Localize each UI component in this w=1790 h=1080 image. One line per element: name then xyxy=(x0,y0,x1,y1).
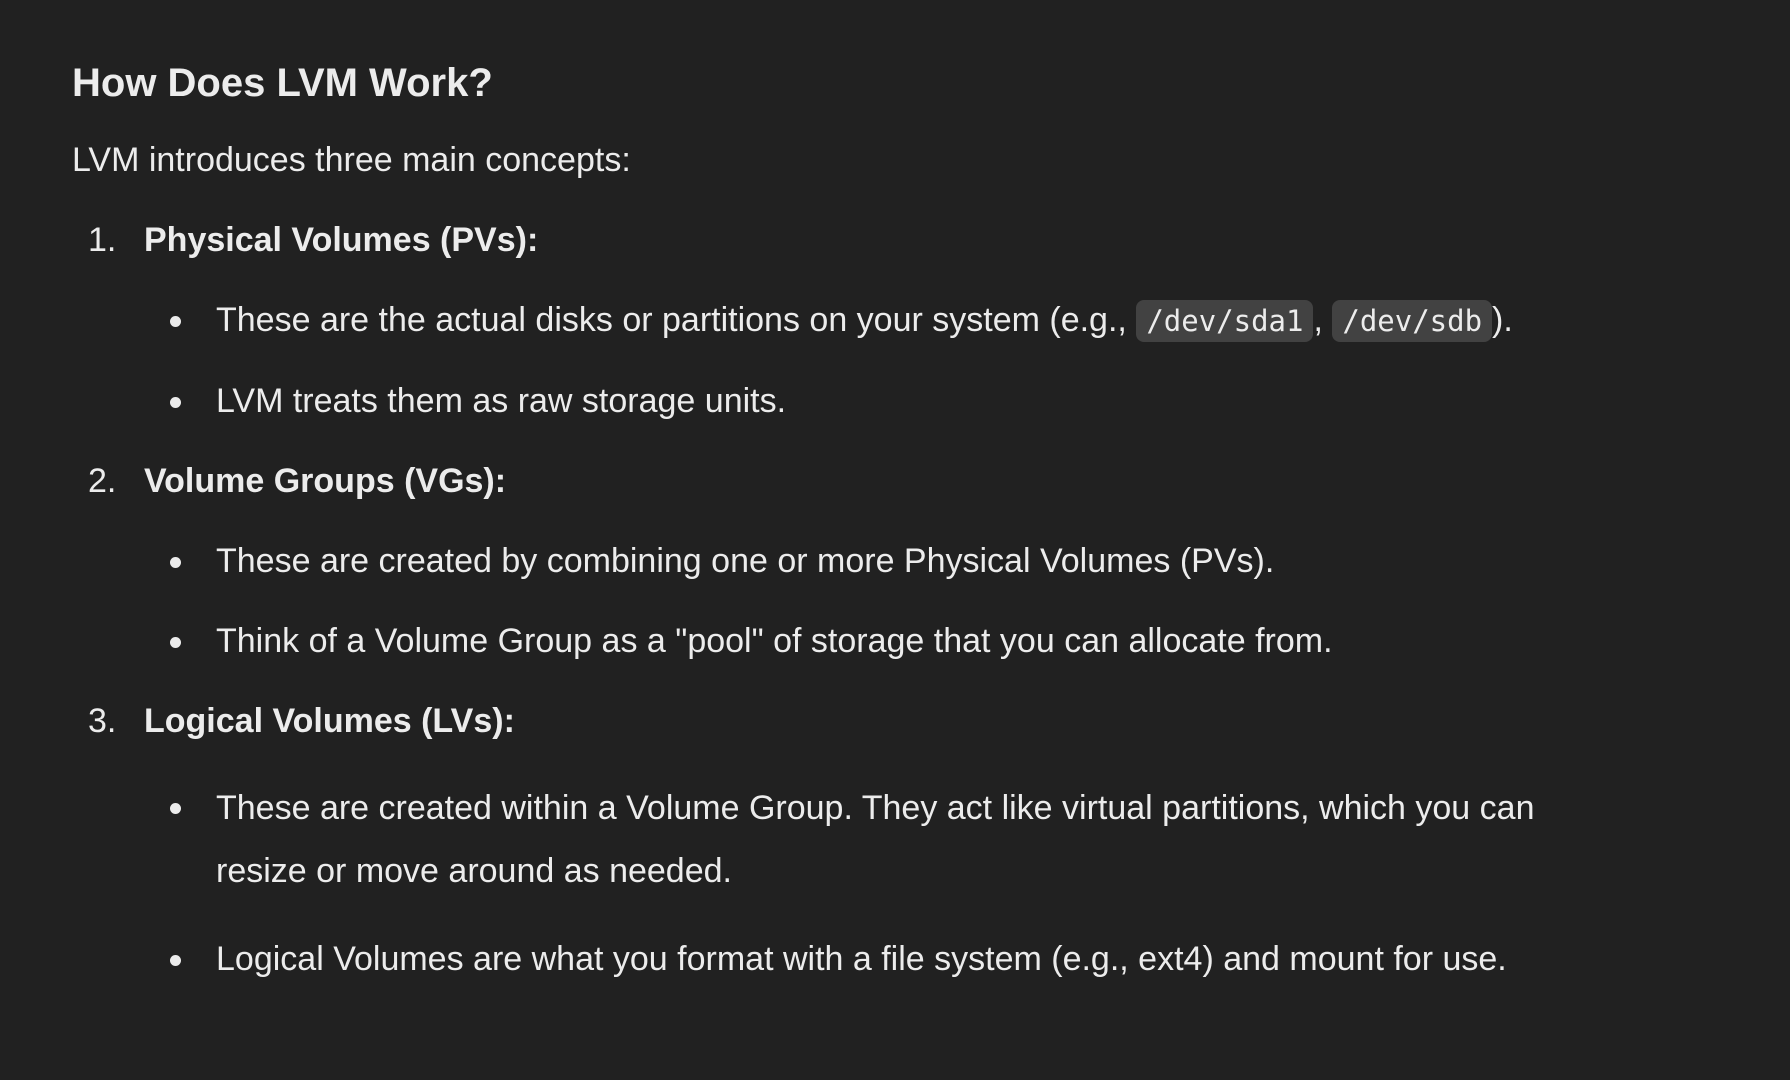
bullet-list: These are created within a Volume Group.… xyxy=(144,777,1790,983)
bullet-list: These are the actual disks or partitions… xyxy=(144,296,1790,425)
bullet-dot xyxy=(170,397,181,408)
bullet-dot xyxy=(170,955,181,966)
bullet-dot xyxy=(170,316,181,327)
bullet-dot xyxy=(170,557,181,568)
inline-code: /dev/sdb xyxy=(1332,300,1493,342)
inline-code: /dev/sda1 xyxy=(1136,300,1314,342)
concept-title: Physical Volumes (PVs): xyxy=(144,221,539,259)
concepts-list: 1. Physical Volumes (PVs): These are the… xyxy=(72,216,1790,983)
chat-response: How Does LVM Work? LVM introduces three … xyxy=(0,0,1790,1080)
list-item: Logical Volumes are what you format with… xyxy=(144,935,1624,983)
list-number: 1. xyxy=(88,221,117,259)
concept-logical-volumes: 3. Logical Volumes (LVs): These are crea… xyxy=(72,697,1790,983)
bullet-text: LVM treats them as raw storage units. xyxy=(216,382,787,420)
concept-physical-volumes: 1. Physical Volumes (PVs): These are the… xyxy=(72,216,1790,425)
bullet-text: ). xyxy=(1492,301,1513,339)
bullet-text: These are created within a Volume Group.… xyxy=(216,789,1535,890)
concept-volume-groups: 2. Volume Groups (VGs): These are create… xyxy=(72,457,1790,665)
bullet-text: , xyxy=(1313,301,1333,339)
list-number: 3. xyxy=(88,702,117,740)
list-item: These are created by combining one or mo… xyxy=(144,537,1624,585)
bullet-text: These are the actual disks or partitions… xyxy=(216,301,1137,339)
bullet-text: Think of a Volume Group as a "pool" of s… xyxy=(216,622,1333,660)
section-heading: How Does LVM Work? xyxy=(72,61,493,105)
list-item: LVM treats them as raw storage units. xyxy=(144,377,1624,425)
bullet-text: These are created by combining one or mo… xyxy=(216,542,1275,580)
list-number: 2. xyxy=(88,462,117,500)
bullet-dot xyxy=(170,637,181,648)
list-item: These are created within a Volume Group.… xyxy=(144,777,1624,903)
concept-title: Logical Volumes (LVs): xyxy=(144,702,515,740)
bullet-list: These are created by combining one or mo… xyxy=(144,537,1790,665)
list-item: Think of a Volume Group as a "pool" of s… xyxy=(144,617,1624,665)
bullet-dot xyxy=(170,803,181,814)
intro-paragraph: LVM introduces three main concepts: xyxy=(72,141,631,179)
bullet-text: Logical Volumes are what you format with… xyxy=(216,940,1507,978)
concept-title: Volume Groups (VGs): xyxy=(144,462,507,500)
list-item: These are the actual disks or partitions… xyxy=(144,296,1624,345)
